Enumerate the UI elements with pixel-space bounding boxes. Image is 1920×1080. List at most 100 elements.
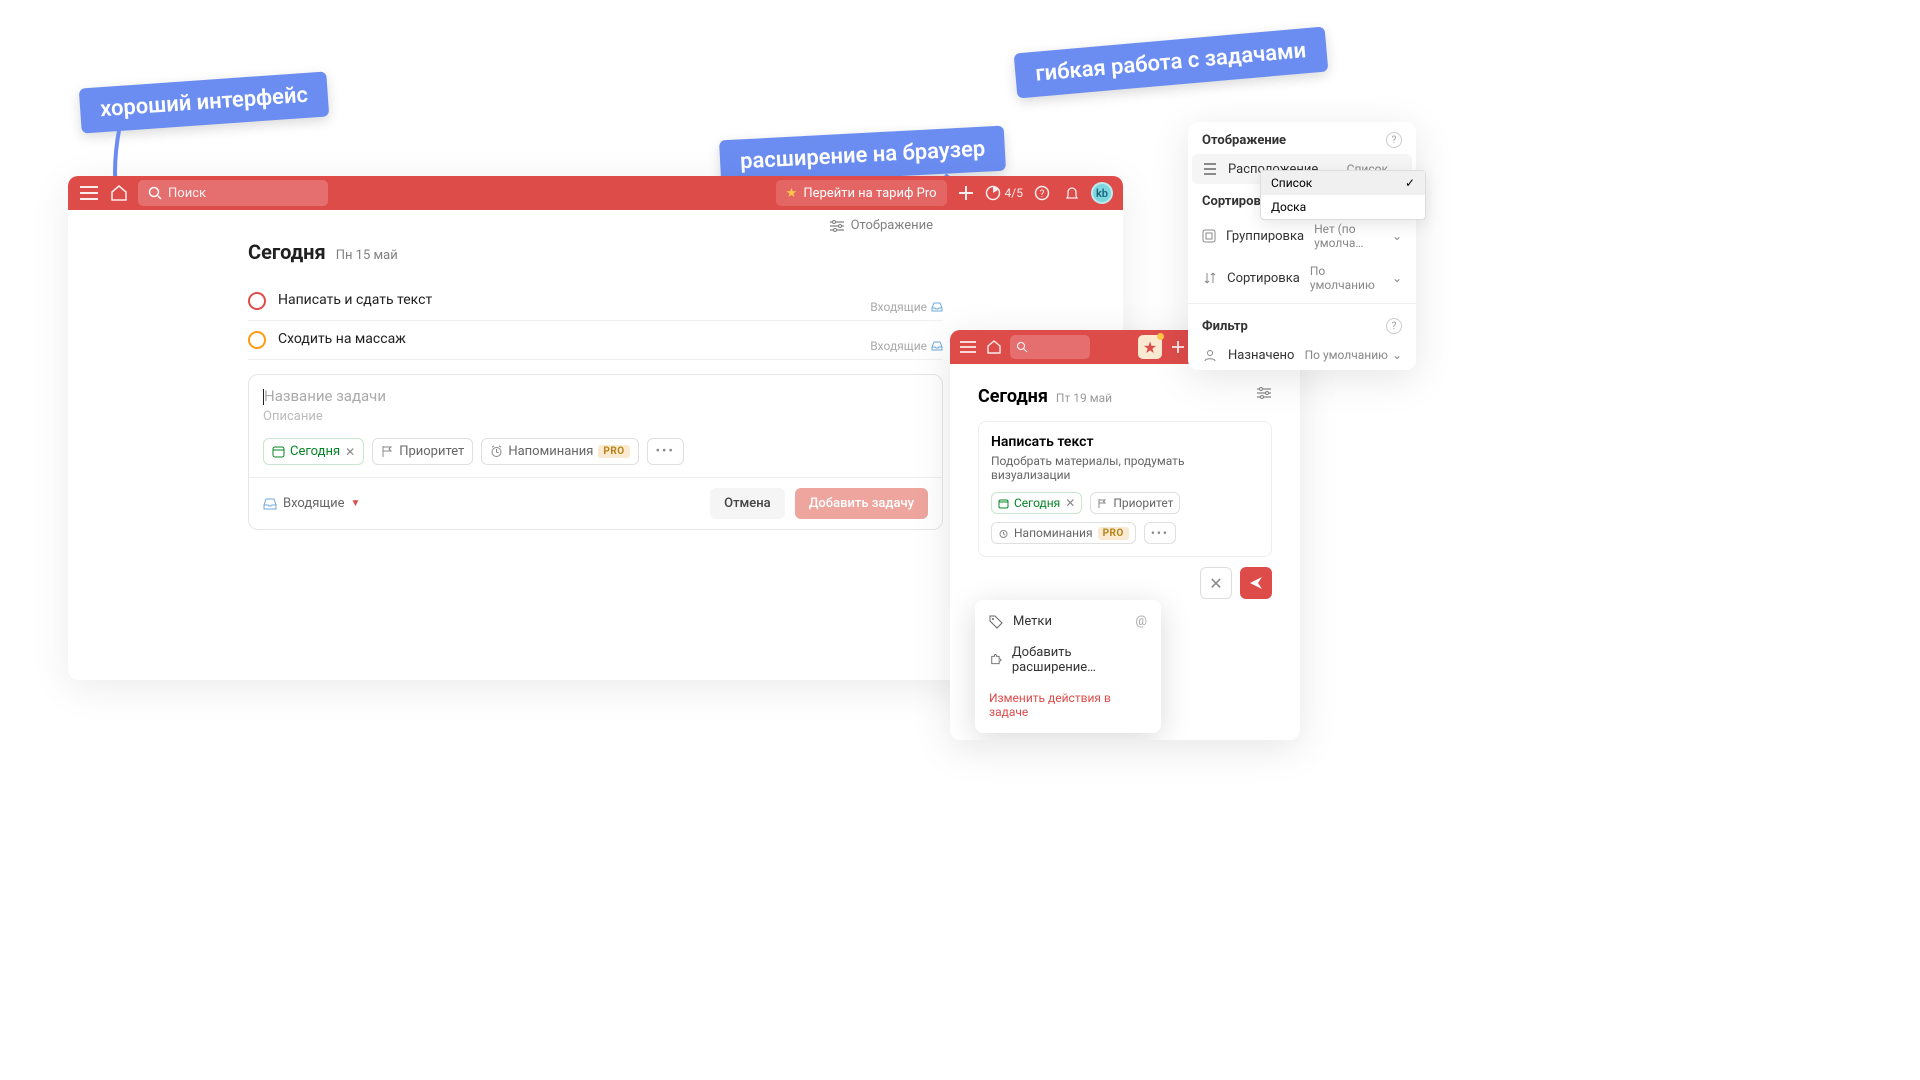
task-row[interactable]: Написать и сдать текст Входящие [248, 282, 943, 321]
view-button[interactable]: Отображение [829, 218, 933, 233]
inbox-icon [931, 340, 943, 352]
sorting-label: Сортировка [1227, 271, 1300, 286]
sort-icon [1202, 270, 1217, 286]
assigned-row[interactable]: Назначено По умолчанию ⌄ [1188, 340, 1416, 370]
home-icon[interactable] [984, 337, 1004, 357]
help-icon[interactable]: ? [1386, 132, 1402, 148]
task-desc-input[interactable]: Подобрать материалы, продумать визуализа… [991, 454, 1259, 482]
reminders-pill[interactable]: Напоминания PRO [991, 522, 1136, 544]
group-icon [1202, 228, 1216, 244]
task-title: Сходить на массаж [278, 331, 406, 347]
reminders-pill[interactable]: Напоминания PRO [481, 438, 638, 465]
productivity-icon[interactable]: 4/5 [985, 182, 1023, 204]
task-desc-input[interactable]: Описание [263, 409, 928, 424]
priority-pill[interactable]: Приоритет [1090, 492, 1180, 514]
star-icon: ★ [786, 186, 798, 201]
sliders-icon [1256, 386, 1272, 400]
checkbox-icon[interactable] [248, 331, 266, 349]
project-picker[interactable]: Входящие ▼ [263, 496, 360, 511]
callout-flexible: гибкая работа с задачами [1014, 27, 1328, 99]
star-icon: ★ [1143, 338, 1157, 357]
alarm-icon [998, 528, 1009, 539]
menu-icon[interactable] [958, 337, 978, 357]
chevron-down-icon: ⌄ [1392, 348, 1402, 362]
person-icon [1202, 347, 1218, 363]
page-title: Сегодня [248, 240, 326, 264]
help-icon[interactable]: ? [1031, 182, 1053, 204]
clear-date-icon[interactable]: ✕ [1065, 496, 1075, 510]
home-icon[interactable] [108, 182, 130, 204]
checkbox-icon[interactable] [248, 292, 266, 310]
help-icon[interactable]: ? [1386, 318, 1402, 334]
star-button[interactable]: ★ [1138, 335, 1162, 359]
chevron-down-icon: ⌄ [1392, 271, 1402, 285]
task-editor: Название задачи Описание Сегодня ✕ Приор… [248, 374, 943, 530]
upgrade-label: Перейти на тариф Pro [803, 186, 936, 201]
task-row[interactable]: Сходить на массаж Входящие [248, 321, 943, 360]
progress-text: 4/5 [1005, 186, 1023, 200]
tag-icon [989, 615, 1003, 629]
puzzle-icon [989, 653, 1002, 667]
menu-icon[interactable] [78, 182, 100, 204]
view-button[interactable] [1256, 386, 1272, 400]
calendar-icon [272, 445, 285, 458]
cancel-button[interactable]: ✕ [1200, 567, 1232, 599]
callout-interface: хороший интерфейс [79, 71, 330, 133]
task-name-input[interactable]: Название задачи [263, 387, 928, 405]
cancel-button[interactable]: Отмена [710, 488, 785, 519]
more-pill[interactable]: ••• [647, 438, 684, 465]
task-editor: Написать текст Подобрать материалы, прод… [978, 421, 1272, 557]
pro-badge: PRO [598, 445, 629, 458]
due-date-pill[interactable]: Сегодня ✕ [991, 492, 1082, 514]
sliders-icon [829, 219, 845, 233]
clear-date-icon[interactable]: ✕ [345, 445, 355, 459]
avatar[interactable]: kb [1091, 182, 1113, 204]
page-heading: Сегодня Пт 19 май [978, 386, 1272, 407]
page-heading: Сегодня Пн 15 май [248, 240, 943, 264]
page-date: Пт 19 май [1056, 391, 1112, 405]
extension-window: ★ ? ml Сегодня Пт 19 май Написать текст … [950, 330, 1300, 740]
layout-option-board[interactable]: Доска [1261, 195, 1425, 219]
more-pill[interactable]: ••• [1144, 522, 1176, 544]
list-icon [1202, 161, 1218, 177]
layout-option-list[interactable]: Список✓ [1261, 171, 1425, 195]
search-placeholder: Поиск [168, 186, 206, 201]
view-options-panel: Отображение? Расположение Список ⌄ Сорти… [1188, 122, 1416, 370]
alarm-icon [490, 445, 503, 458]
pro-badge: PRO [1098, 527, 1129, 540]
page-date: Пн 15 май [336, 248, 398, 263]
bell-icon[interactable] [1061, 182, 1083, 204]
page-title: Сегодня [978, 386, 1048, 407]
task-project[interactable]: Входящие [870, 300, 943, 314]
section-title: Фильтр [1202, 319, 1248, 334]
at-symbol: @ [1135, 614, 1147, 629]
layout-dropdown: Список✓ Доска [1260, 170, 1426, 220]
add-extension-item[interactable]: Добавить расширение… [975, 637, 1161, 683]
send-button[interactable] [1240, 567, 1272, 599]
due-date-pill[interactable]: Сегодня ✕ [263, 438, 364, 465]
task-name-input[interactable]: Написать текст [991, 434, 1259, 450]
labels-item[interactable]: Метки @ [975, 606, 1161, 637]
view-label: Отображение [851, 218, 933, 233]
add-icon[interactable] [955, 182, 977, 204]
send-icon [1249, 576, 1263, 590]
task-project[interactable]: Входящие [870, 339, 943, 353]
chevron-down-icon: ⌄ [1392, 229, 1402, 243]
section-title: Отображение [1202, 133, 1286, 148]
search-icon [1016, 341, 1028, 353]
check-icon: ✓ [1405, 176, 1415, 190]
flag-icon [1097, 498, 1108, 509]
edit-actions-link[interactable]: Изменить действия в задаче [975, 683, 1161, 727]
more-dropdown: Метки @ Добавить расширение… Изменить де… [975, 600, 1161, 733]
search-input[interactable]: Поиск [138, 180, 328, 206]
search-icon [148, 186, 162, 200]
sorting-row[interactable]: Сортировка По умолчанию ⌄ [1188, 257, 1416, 299]
upgrade-button[interactable]: ★ Перейти на тариф Pro [776, 180, 947, 206]
search-input[interactable] [1010, 335, 1090, 359]
inbox-icon [931, 301, 943, 313]
add-task-button[interactable]: Добавить задачу [795, 488, 928, 519]
grouping-row[interactable]: Группировка Нет (по умолча… ⌄ [1188, 215, 1416, 257]
priority-pill[interactable]: Приоритет [372, 438, 473, 465]
add-icon[interactable] [1168, 337, 1188, 357]
flag-icon [381, 445, 394, 458]
